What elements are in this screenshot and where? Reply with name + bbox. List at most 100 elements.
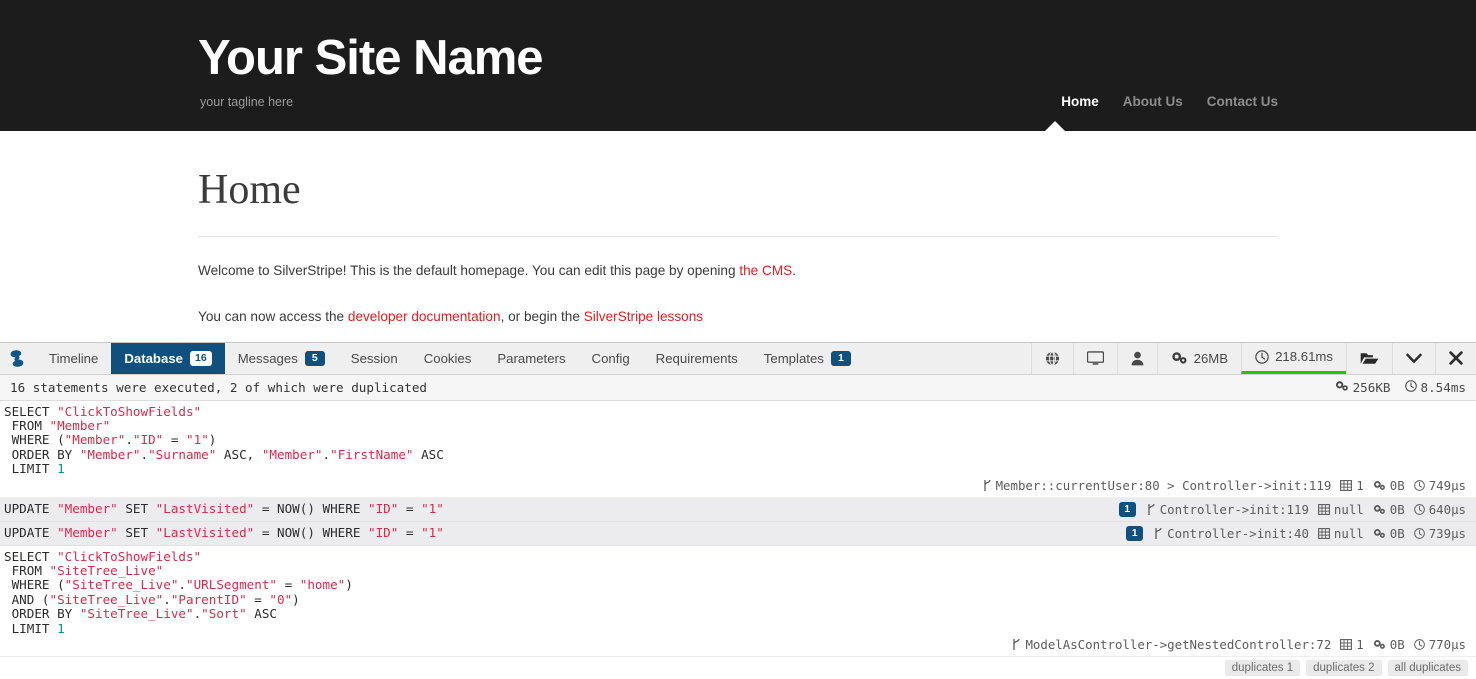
gears-icon [1171, 351, 1188, 365]
query-rows-value: null [1333, 501, 1364, 517]
tab-label: Parameters [497, 350, 566, 366]
request-time-indicator[interactable]: 218.61ms [1241, 342, 1346, 374]
query-rows: 1 [1340, 637, 1364, 652]
gears-icon [1335, 380, 1349, 395]
summary-stats: 256KB 8.54ms [1335, 380, 1466, 395]
clock-icon [1413, 502, 1425, 517]
tabs-spacer [864, 343, 1031, 374]
query-rows-value: null [1333, 525, 1364, 541]
developer-documentation-link[interactable]: developer documentation [348, 309, 501, 324]
duplicates-chip[interactable]: all duplicates [1387, 660, 1468, 676]
site-header: Your Site Name your tagline here Home Abo… [0, 0, 1476, 132]
nav-link-home[interactable]: Home [1061, 94, 1099, 109]
tab-timeline[interactable]: Timeline [36, 343, 111, 374]
query-sql[interactable]: UPDATE "Member" SET "LastVisited" = NOW(… [4, 501, 444, 516]
table-icon [1317, 526, 1330, 541]
query-list: SELECT "ClickToShowFields" FROM "Member"… [0, 400, 1476, 657]
resources-paragraph: You can now access the developer documen… [198, 307, 1278, 327]
query-source-value: Member::currentUser:80 > Controller->ini… [995, 477, 1332, 493]
tab-label: Timeline [49, 350, 99, 366]
tab-requirements[interactable]: Requirements [643, 343, 751, 374]
duplicate-badge[interactable]: 1 [1126, 525, 1144, 541]
tab-parameters[interactable]: Parameters [484, 343, 578, 374]
query-time-value: 770µs [1428, 637, 1466, 652]
query-rows: null [1317, 501, 1364, 517]
duplicates-footer: duplicates 1 duplicates 2 all duplicates [0, 657, 1476, 679]
user-icon[interactable] [1116, 342, 1157, 374]
globe-icon[interactable] [1030, 342, 1073, 374]
duplicates-chip[interactable]: duplicates 2 [1306, 660, 1382, 676]
gears-icon [1373, 637, 1386, 652]
query-memory-value: 0B [1389, 477, 1405, 493]
resources-text-1: You can now access the [198, 309, 348, 324]
chevron-down-icon[interactable] [1392, 342, 1435, 374]
query-time-value: 640µs [1428, 501, 1466, 517]
clock-icon [1413, 478, 1425, 493]
tab-label: Database [124, 350, 183, 366]
memory-value: 26MB [1193, 350, 1229, 366]
query-source: ModelAsController->getNestedController:7… [1012, 637, 1331, 652]
site-tagline: your tagline here [200, 95, 294, 109]
intro-paragraph: Welcome to SilverStripe! This is the def… [198, 261, 1278, 281]
debug-bar-tools: 26MB 218.61ms [1030, 342, 1476, 374]
query-row[interactable]: UPDATE "Member" SET "LastVisited" = NOW(… [0, 497, 1476, 522]
table-icon [1340, 478, 1353, 493]
tab-messages[interactable]: Messages 5 [225, 343, 338, 374]
query-time: 770µs [1413, 637, 1466, 652]
silverstripe-logo-icon[interactable] [0, 343, 36, 374]
query-row-inline: UPDATE "Member" SET "LastVisited" = NOW(… [4, 501, 1466, 517]
tab-label: Templates [763, 350, 824, 366]
query-source: Controller->init:119 [1147, 502, 1309, 517]
clock-icon [1413, 637, 1425, 652]
silverstripe-lessons-link[interactable]: SilverStripe lessons [584, 309, 703, 324]
tab-database[interactable]: Database 16 [111, 342, 225, 374]
branch-icon [1147, 502, 1156, 517]
query-rows-value: 1 [1356, 637, 1364, 652]
request-time-value: 218.61ms [1275, 349, 1333, 365]
nav-link-about-us[interactable]: About Us [1123, 94, 1183, 109]
query-memory-value: 0B [1389, 525, 1405, 541]
query-source: Controller->init:40 [1154, 526, 1309, 541]
query-memory: 0B [1373, 478, 1405, 493]
tab-config[interactable]: Config [579, 343, 643, 374]
nav-link-contact-us[interactable]: Contact Us [1207, 94, 1278, 109]
active-nav-caret-icon [1044, 121, 1066, 132]
tab-badge: 1 [830, 350, 851, 366]
query-source-value: Controller->init:40 [1167, 525, 1309, 541]
query-sql[interactable]: SELECT "ClickToShowFields" FROM "Member"… [4, 404, 1466, 477]
query-row[interactable]: SELECT "ClickToShowFields" FROM "SiteTre… [0, 546, 1476, 657]
query-time: 640µs [1413, 501, 1466, 517]
query-time-value: 749µs [1428, 477, 1466, 493]
tab-label: Messages [237, 350, 298, 366]
clock-icon [1255, 349, 1269, 364]
main-navigation: Home About Us Contact Us [1061, 94, 1278, 109]
table-icon [1317, 502, 1330, 517]
query-meta: 1 Controller->init:40 null 0B 739µs [464, 525, 1466, 541]
summary-memory-value: 256KB [1352, 379, 1391, 395]
duplicate-badge[interactable]: 1 [1118, 501, 1136, 517]
query-sql[interactable]: UPDATE "Member" SET "LastVisited" = NOW(… [4, 525, 444, 540]
tab-badge: 16 [190, 350, 212, 366]
close-icon[interactable] [1435, 342, 1476, 374]
query-sql[interactable]: SELECT "ClickToShowFields" FROM "SiteTre… [4, 549, 1466, 636]
query-memory: 0B [1373, 637, 1405, 652]
query-source: Member::currentUser:80 > Controller->ini… [983, 477, 1332, 493]
cms-link[interactable]: the CMS [739, 263, 792, 278]
tab-session[interactable]: Session [338, 343, 411, 374]
tab-cookies[interactable]: Cookies [411, 343, 485, 374]
duplicates-chip[interactable]: duplicates 1 [1224, 660, 1301, 676]
query-meta: 1 Controller->init:119 null 0B 640µs [464, 501, 1466, 517]
query-row[interactable]: UPDATE "Member" SET "LastVisited" = NOW(… [0, 521, 1476, 546]
tab-templates[interactable]: Templates 1 [751, 343, 864, 374]
query-rows: null [1317, 525, 1364, 541]
monitor-icon[interactable] [1072, 342, 1117, 374]
clock-icon [1404, 379, 1417, 395]
query-rows: 1 [1340, 478, 1364, 493]
tab-label: Session [350, 350, 398, 366]
page-body: Home Welcome to SilverStripe! This is th… [198, 131, 1278, 327]
memory-indicator[interactable]: 26MB [1156, 342, 1241, 374]
query-memory-value: 0B [1389, 637, 1405, 652]
query-time: 749µs [1413, 477, 1466, 493]
query-row[interactable]: SELECT "ClickToShowFields" FROM "Member"… [0, 401, 1476, 498]
folder-open-icon[interactable] [1346, 342, 1392, 374]
